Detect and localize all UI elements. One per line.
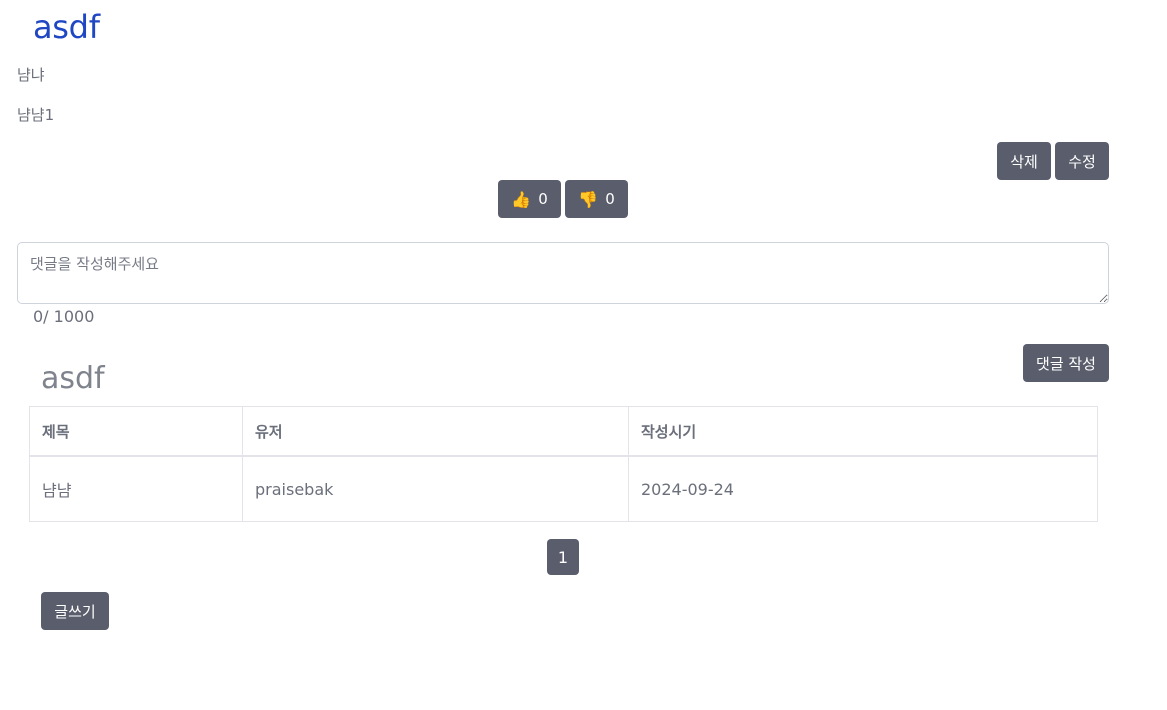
- cell-user: praisebak: [242, 455, 629, 522]
- column-header-user: 유저: [242, 406, 629, 457]
- write-post-button[interactable]: 글쓰기: [41, 592, 109, 630]
- pagination-page-button[interactable]: 1: [547, 539, 579, 575]
- post-content-line-2: 냠냠1: [17, 106, 55, 124]
- delete-button[interactable]: 삭제: [997, 142, 1051, 180]
- submit-comment-button[interactable]: 댓글 작성: [1023, 344, 1109, 382]
- comment-input[interactable]: [17, 242, 1109, 304]
- table-header-row: 제목 유저 작성시기: [29, 406, 1098, 457]
- board-title: asdf: [41, 361, 105, 396]
- cell-date: 2024-09-24: [628, 455, 1098, 522]
- cell-title[interactable]: 냠냠: [29, 455, 243, 522]
- comment-char-counter: 0/ 1000: [33, 307, 95, 326]
- post-table: 제목 유저 작성시기 냠냠 praisebak 2024-09-24: [29, 406, 1098, 522]
- edit-button[interactable]: 수정: [1055, 142, 1109, 180]
- like-count: 0: [538, 190, 548, 208]
- thumbs-down-icon: 👎: [578, 189, 599, 209]
- post-content-line-1: 냠냐: [17, 66, 45, 84]
- column-header-title: 제목: [29, 406, 243, 457]
- post-title-link[interactable]: asdf: [33, 8, 100, 46]
- table-row[interactable]: 냠냠 praisebak 2024-09-24: [29, 455, 1098, 522]
- like-button[interactable]: 👍 0: [498, 180, 561, 218]
- dislike-count: 0: [605, 190, 615, 208]
- thumbs-up-icon: 👍: [511, 189, 532, 209]
- column-header-date: 작성시기: [628, 406, 1098, 457]
- dislike-button[interactable]: 👎 0: [565, 180, 628, 218]
